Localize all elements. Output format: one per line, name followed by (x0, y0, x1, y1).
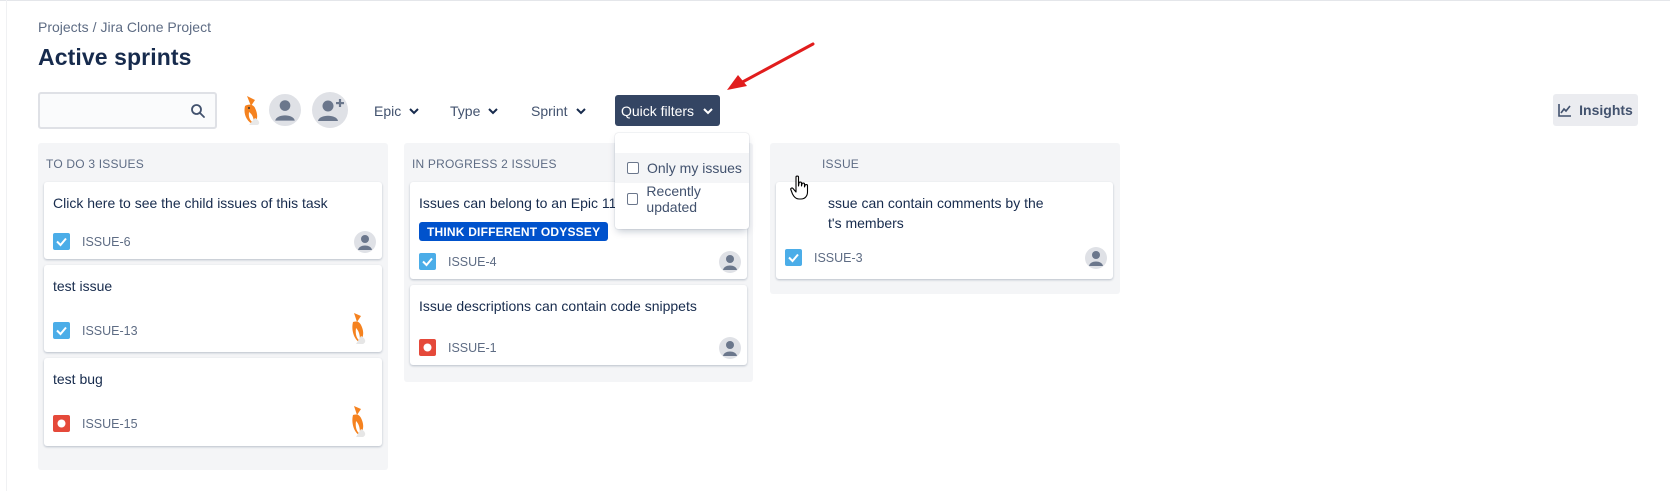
card-title: Issue descriptions can contain code snip… (419, 298, 697, 314)
quick-filters-label: Quick filters (620, 102, 695, 119)
issue-card[interactable]: test issue ISSUE-13 (44, 265, 382, 352)
issue-key: ISSUE-6 (82, 235, 131, 249)
user-avatar-icon (719, 251, 741, 273)
top-border (0, 0, 1670, 1)
issue-card[interactable]: Click here to see the child issues of th… (44, 182, 382, 259)
filter-recently-updated[interactable]: Recently updated (615, 183, 749, 215)
filter-label: Recently updated (646, 183, 701, 215)
issue-key: ISSUE-3 (814, 251, 863, 265)
add-user-icon (318, 99, 344, 121)
insights-button[interactable]: Insights (1553, 94, 1638, 126)
chevron-down-icon (488, 108, 499, 115)
quick-filters-menu: Only my issues Recently updated (615, 133, 749, 229)
add-user-button[interactable] (312, 92, 348, 128)
issue-card[interactable]: test bug ISSUE-15 (44, 358, 382, 446)
epic-filter[interactable]: Epic (368, 95, 426, 127)
column-title: TO DO 3 ISSUES (46, 157, 144, 171)
search-box (38, 92, 217, 129)
quick-filters-button[interactable]: Quick filters (615, 95, 720, 126)
type-filter-label: Type (450, 103, 481, 119)
hand-cursor-icon (790, 175, 809, 200)
task-checkbox-icon (53, 233, 70, 250)
column-done: ISSUE ssue can contain comments by the t… (770, 143, 1120, 294)
fox-avatar-icon (244, 96, 260, 125)
insights-label: Insights (1579, 102, 1633, 118)
sprint-filter-label: Sprint (531, 103, 568, 119)
issue-key: ISSUE-13 (82, 324, 138, 338)
card-title: test bug (53, 371, 103, 387)
user-avatar[interactable] (267, 92, 303, 128)
chevron-down-icon (575, 108, 586, 115)
issue-key: ISSUE-15 (82, 417, 138, 431)
issue-key: ISSUE-1 (448, 341, 497, 355)
issue-card[interactable]: ssue can contain comments by the t's mem… (776, 182, 1113, 279)
checkbox[interactable] (627, 193, 639, 205)
chevron-down-icon (409, 108, 419, 115)
checkbox[interactable] (627, 162, 639, 174)
red-arrow-annotation (727, 42, 815, 90)
issue-card[interactable]: Issue descriptions can contain code snip… (410, 285, 747, 365)
card-title: test issue (53, 278, 113, 294)
card-title-line1: ssue can contain comments by the (828, 195, 1044, 211)
epic-filter-label: Epic (374, 103, 402, 119)
breadcrumb-separator: / (92, 19, 97, 35)
issue-key: ISSUE-4 (448, 255, 497, 269)
search-input[interactable] (40, 94, 215, 127)
fox-avatar[interactable] (235, 92, 271, 128)
fox-avatar-icon (346, 404, 372, 438)
breadcrumb-project[interactable]: Jira Clone Project (100, 19, 211, 35)
breadcrumb-projects[interactable]: Projects (38, 19, 89, 35)
type-filter[interactable]: Type (444, 95, 505, 127)
column-todo: TO DO 3 ISSUES Click here to see the chi… (38, 143, 388, 470)
task-checkbox-icon (53, 322, 70, 339)
page-title: Active sprints (38, 44, 192, 70)
left-border (6, 0, 7, 491)
chevron-down-icon (703, 107, 713, 114)
sprint-filter[interactable]: Sprint (525, 95, 593, 127)
user-avatar-icon (1085, 247, 1107, 269)
user-avatar-icon (719, 337, 741, 359)
search-icon[interactable] (190, 103, 206, 119)
user-avatar-icon (275, 100, 295, 121)
fox-avatar-icon (346, 311, 372, 345)
chart-line-icon (1558, 104, 1572, 117)
task-checkbox-icon (419, 253, 436, 270)
breadcrumb: Projects / Jira Clone Project (38, 19, 211, 35)
card-title-line2: t's members (828, 215, 904, 231)
user-avatar-icon (354, 231, 376, 253)
bug-icon (53, 415, 70, 432)
column-title: IN PROGRESS 2 ISSUES (412, 157, 557, 171)
epic-tag[interactable]: THINK DIFFERENT ODYSSEY (419, 222, 609, 241)
filter-only-my-issues[interactable]: Only my issues (615, 153, 749, 183)
card-title: Click here to see the child issues of th… (53, 195, 328, 211)
filter-label: Only my issues (647, 160, 742, 176)
column-title: ISSUE (822, 157, 860, 171)
task-checkbox-icon (785, 249, 802, 266)
bug-icon (419, 339, 436, 356)
